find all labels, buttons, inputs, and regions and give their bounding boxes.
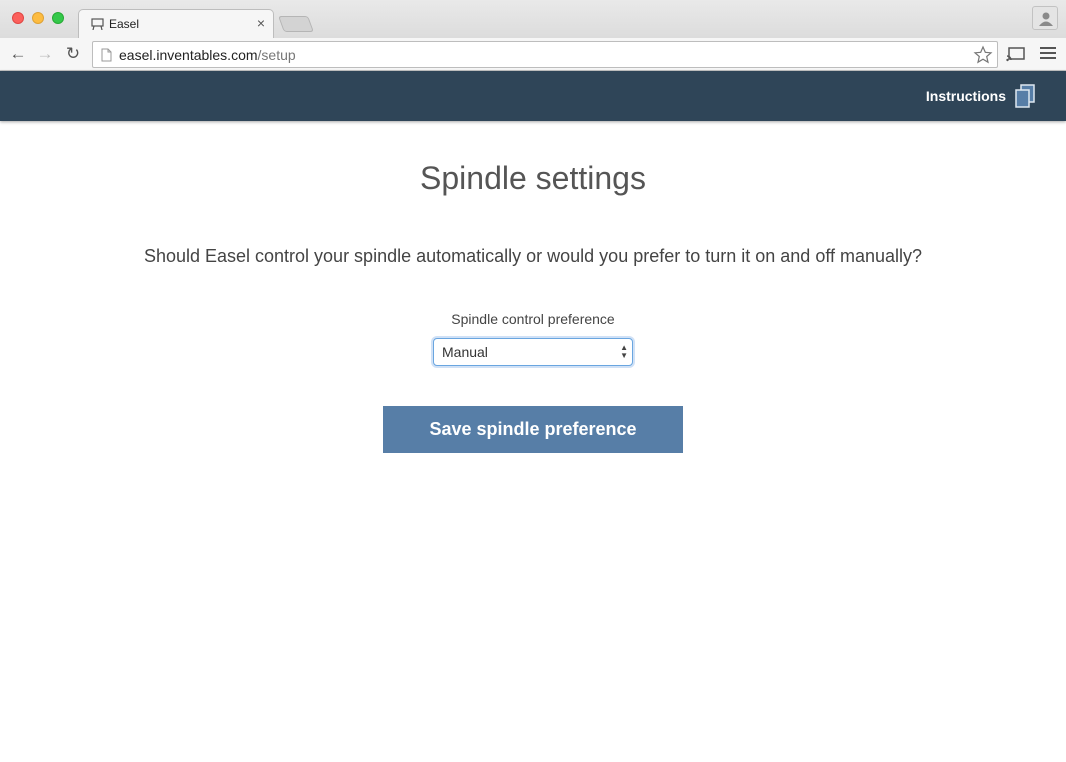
- browser-toolbar: ← → ↻ easel.inventables.com/setup: [0, 38, 1066, 71]
- browser-tabstrip: Easel ×: [0, 0, 1066, 39]
- easel-favicon-icon: [91, 18, 104, 30]
- window-close-button[interactable]: [12, 12, 24, 24]
- page-title: Spindle settings: [420, 160, 646, 196]
- app-header: Instructions: [0, 71, 1066, 121]
- url-host: easel.inventables.com: [119, 47, 258, 63]
- profile-button[interactable]: [1032, 6, 1058, 30]
- forward-button[interactable]: →: [35, 44, 55, 64]
- window-maximize-button[interactable]: [52, 12, 64, 24]
- instructions-icon: [1015, 84, 1035, 108]
- browser-tab[interactable]: Easel ×: [78, 9, 274, 39]
- tab-close-icon[interactable]: ×: [257, 15, 265, 31]
- tab-title: Easel: [109, 17, 140, 31]
- bookmark-star-icon[interactable]: [973, 45, 993, 65]
- cast-icon[interactable]: [1006, 46, 1026, 62]
- new-tab-button[interactable]: [278, 16, 314, 32]
- spindle-preference-label: Spindle control preference: [451, 311, 615, 327]
- person-icon: [1039, 12, 1053, 26]
- instructions-button[interactable]: Instructions: [926, 84, 1036, 108]
- address-bar[interactable]: easel.inventables.com/setup: [92, 41, 998, 68]
- back-button[interactable]: ←: [8, 44, 28, 64]
- select-value: Manual: [442, 344, 488, 360]
- save-spindle-preference-button[interactable]: Save spindle preference: [383, 406, 683, 453]
- window-minimize-button[interactable]: [32, 12, 44, 24]
- instructions-label: Instructions: [925, 88, 1006, 104]
- select-arrows-icon: ▲ ▼: [620, 343, 628, 360]
- reload-button[interactable]: ↻: [63, 44, 83, 64]
- url-path: /setup: [257, 47, 296, 63]
- spindle-question: Should Easel control your spindle automa…: [143, 246, 923, 266]
- browser-menu-icon[interactable]: [1040, 47, 1056, 61]
- spindle-preference-select[interactable]: Manual ▲ ▼: [433, 338, 633, 366]
- url-text[interactable]: easel.inventables.com/setup: [119, 47, 296, 63]
- page-icon: [101, 48, 112, 62]
